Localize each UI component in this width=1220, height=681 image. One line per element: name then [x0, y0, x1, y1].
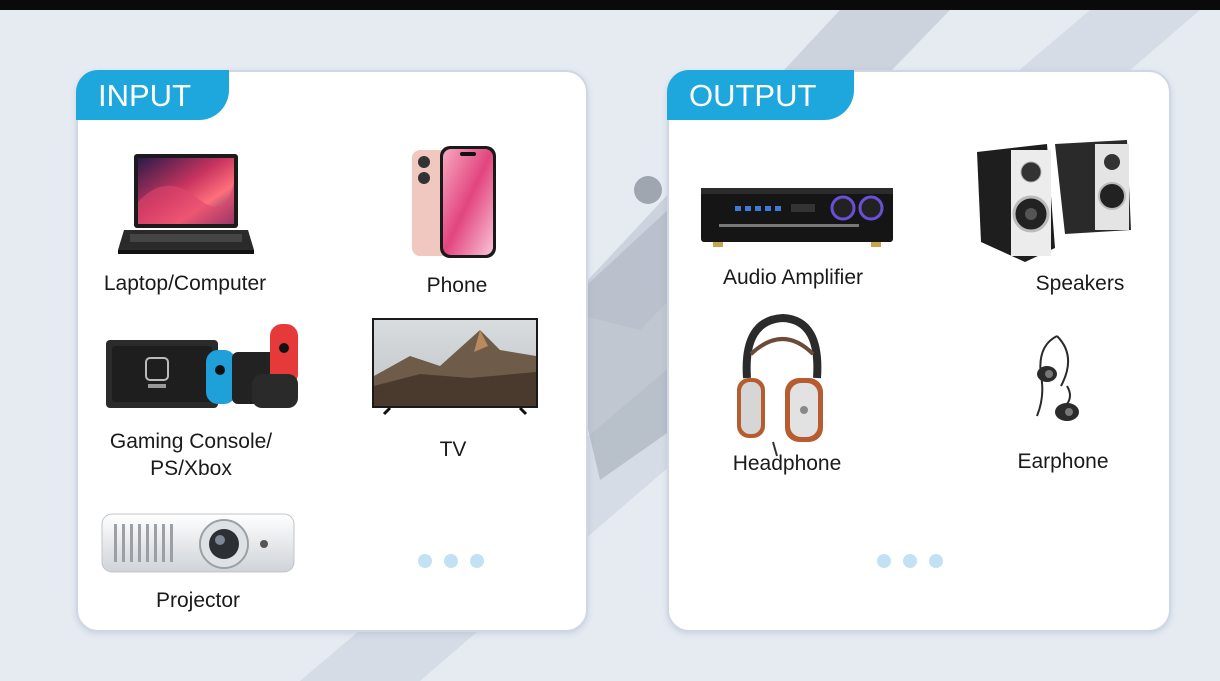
- dot: [929, 554, 943, 568]
- tv-label: TV: [439, 438, 467, 461]
- output-panel: OUTPUT Audio Amplifier Speakers Headphon…: [667, 70, 1171, 632]
- input-panel: INPUT Laptop/Computer Phone Gaming Conso…: [76, 70, 588, 632]
- audio-amplifier-label: Audio Amplifier: [722, 266, 864, 289]
- dot: [877, 554, 891, 568]
- more-outputs-dots: [877, 554, 943, 568]
- projector-label: Projector: [155, 589, 241, 612]
- gaming-console-label-line1: Gaming Console/: [109, 430, 273, 453]
- dot: [418, 554, 432, 568]
- laptop-image: [116, 152, 256, 262]
- projector-image: [100, 508, 296, 576]
- phone-image: [410, 144, 498, 262]
- input-tab: INPUT: [76, 70, 229, 120]
- more-inputs-dots: [418, 554, 484, 568]
- gaming-console-label-line2: PS/Xbox: [150, 457, 232, 480]
- speakers-image: [975, 138, 1135, 264]
- top-bar: [0, 0, 1220, 10]
- headphone-image: [733, 314, 827, 460]
- gaming-console-image: [102, 322, 302, 412]
- laptop-label: Laptop/Computer: [103, 272, 267, 295]
- audio-amplifier-image: [699, 184, 895, 248]
- dot: [470, 554, 484, 568]
- gaming-console-label: Gaming Console/ PS/Xbox: [98, 428, 284, 482]
- earphone-image: [1017, 326, 1097, 436]
- headphone-label: Headphone: [732, 452, 842, 475]
- output-tab: OUTPUT: [667, 70, 855, 120]
- dot: [903, 554, 917, 568]
- phone-label: Phone: [426, 274, 488, 297]
- speakers-label: Speakers: [1035, 272, 1125, 295]
- earphone-label: Earphone: [1017, 450, 1109, 473]
- tv-image: [370, 316, 540, 416]
- dot: [444, 554, 458, 568]
